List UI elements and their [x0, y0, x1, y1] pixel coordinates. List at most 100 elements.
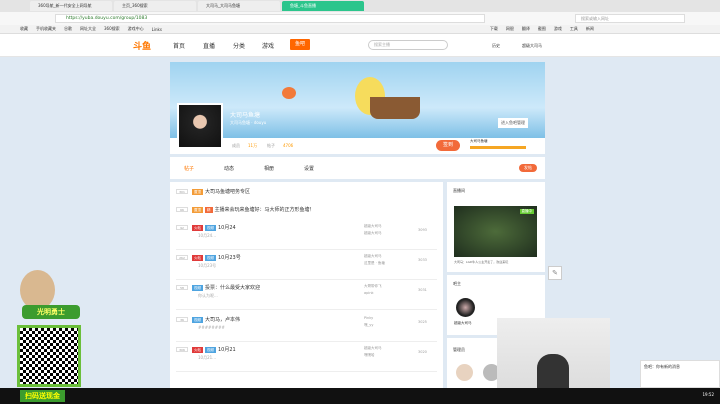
bookmark[interactable]: 游戏 [554, 26, 562, 32]
bookmark[interactable]: 收藏 [20, 26, 28, 32]
post-title[interactable]: 10月23号 [218, 255, 241, 261]
bookmark[interactable]: 翻译 [522, 26, 530, 32]
tab-settings[interactable]: 设置 [304, 165, 314, 172]
level-label: 大司马鱼塘 [470, 139, 488, 143]
post-views: 3020 [418, 350, 427, 354]
post-title[interactable]: 10月21 [218, 347, 236, 353]
ad-character [20, 270, 55, 310]
live-thumbnail[interactable]: 直播中 [454, 206, 537, 257]
post-last-reply[interactable]: apink [364, 290, 382, 297]
nav-games[interactable]: 游戏 [262, 41, 274, 50]
post-reply-count: 262 [176, 255, 188, 260]
post-author[interactable]: Pinky [364, 315, 373, 322]
bookmark[interactable]: Links [152, 27, 162, 32]
page-tabs: 帖子 动态 相册 设置 发帖 [170, 157, 545, 179]
bookmark[interactable]: 工具 [570, 26, 578, 32]
post-title[interactable]: 投票：什么最受大家欢迎 [205, 285, 260, 291]
yuba-button[interactable]: 鱼吧 [290, 39, 310, 50]
bookmark[interactable]: 截图 [538, 26, 546, 32]
post-excerpt: 10月23号 [198, 263, 217, 268]
bookmark[interactable]: 谷歌 [64, 26, 72, 32]
bookmark[interactable]: 手机收藏夹 [36, 26, 56, 32]
owner-title: 吧主 [453, 281, 461, 286]
browser-tab[interactable]: 主页_360搜索 [114, 1, 196, 11]
tab-posts[interactable]: 帖子 [184, 165, 194, 172]
bookmark[interactable]: 下载 [490, 26, 498, 32]
divider [176, 249, 437, 250]
divider [176, 371, 437, 372]
post-title[interactable]: 10月24 [218, 225, 236, 231]
bookmark[interactable]: 游戏中心 [128, 26, 144, 32]
bookmark[interactable]: 网址大全 [80, 26, 96, 32]
post-title[interactable]: 主播来会玩来鱼塘好：马大师的正方形鱼塘！ [215, 207, 315, 213]
post-reply-count: 36 [176, 317, 188, 322]
posts-label: 帖子 [267, 143, 275, 148]
post-reply-count: 92 [176, 225, 188, 230]
live-caption[interactable]: 大司马：LGD牛人公主开麦了，欢迎来玩 [454, 260, 508, 264]
bookmark[interactable]: 360搜索 [104, 26, 120, 32]
post-excerpt: ######## [198, 325, 225, 330]
signin-button[interactable]: 签到 [436, 140, 460, 151]
group-name: 大司马鱼塘 [230, 112, 261, 119]
post-row[interactable]: 36 视频 大司马，卢本伟 ######## [176, 316, 240, 330]
banner-boat [370, 97, 420, 119]
post-last-reply[interactable]: 嘿嘿哈 [364, 352, 382, 359]
post-list: 301 置顶 大司马鱼塘吧务专区 66 置顶精主播来会玩来鱼塘好：马大师的正方形鱼塘！ 9… [170, 182, 443, 388]
manage-button[interactable]: 进入鱼吧管理 [498, 118, 528, 128]
post-row[interactable]: 301 置顶 大司马鱼塘吧务专区 [176, 188, 250, 195]
post-last-reply[interactable]: 超级大司马 [364, 230, 382, 237]
site-search-input[interactable]: 搜索主播 [368, 40, 448, 50]
post-author[interactable]: 大哥带你飞 [364, 283, 382, 290]
post-row[interactable]: 92 火帖 视频 10月24 10月24... [176, 224, 236, 239]
owner-name[interactable]: 超级大司马 [454, 321, 472, 326]
post-row[interactable]: 262 火帖 视频 10月23号 10月23号 [176, 254, 241, 269]
group-info-bar: 成员 11万 帖子 4706 签到 大司马鱼塘 [170, 138, 545, 154]
admin-avatar[interactable] [456, 364, 473, 381]
post-meta: 超级大司马 嘿嘿哈 [364, 345, 382, 359]
post-row[interactable]: 58 视频 投票：什么最受大家欢迎 你认为呢... [176, 284, 260, 299]
address-bar-row: https://yuba.douyu.com/group/1083 搜索或输入网… [0, 12, 720, 25]
bookmark[interactable]: 新闻 [586, 26, 594, 32]
post-title[interactable]: 大司马鱼塘吧务专区 [205, 189, 250, 195]
douyu-logo[interactable]: 斗鱼 [133, 39, 165, 52]
bookmark[interactable]: 网银 [506, 26, 514, 32]
tab-activity[interactable]: 动态 [224, 165, 234, 172]
level-progress [470, 146, 526, 149]
user-link[interactable]: 超级大司马 [522, 43, 542, 49]
post-excerpt: 10月24... [198, 233, 216, 238]
post-last-reply[interactable]: 嘿_yy [364, 322, 373, 329]
post-author[interactable]: 超级大司马 [364, 223, 382, 230]
post-author[interactable]: 超级大司马 [364, 253, 385, 260]
post-title[interactable]: 大司马，卢本伟 [205, 317, 240, 323]
new-post-button[interactable]: 发帖 [519, 164, 537, 172]
browser-search-input[interactable]: 搜索或输入网址 [575, 14, 685, 23]
admins-title: 管理员 [453, 347, 465, 352]
tab-album[interactable]: 相册 [264, 165, 274, 172]
post-meta: 超级大司马 这里是 · 鱼塘 [364, 253, 385, 267]
post-views: 3033 [418, 258, 427, 262]
url-input[interactable]: https://yuba.douyu.com/group/1083 [55, 14, 485, 23]
notification-popup[interactable]: 鱼吧：你有新的消息 [640, 360, 720, 388]
nav-category[interactable]: 分类 [233, 41, 245, 50]
browser-tab-active[interactable]: 鱼塘_斗鱼直播 [282, 1, 364, 11]
post-row[interactable]: 66 置顶精主播来会玩来鱼塘好：马大师的正方形鱼塘！ [176, 206, 315, 213]
post-views: 3093 [418, 228, 427, 232]
history-link[interactable]: 历史 [492, 43, 500, 49]
qr-code [17, 325, 81, 387]
owner-avatar[interactable] [456, 298, 475, 317]
post-excerpt: 你认为呢... [198, 293, 218, 298]
post-row[interactable]: 306 火帖 视频 10月21 10月21... [176, 346, 236, 361]
promo-banner: 扫码送现金 [20, 390, 65, 402]
post-meta: 大哥带你飞 apink [364, 283, 382, 297]
post-last-reply[interactable]: 这里是 · 鱼塘 [364, 260, 385, 267]
browser-tab[interactable]: 360导航_新一代安全上网导航 [30, 1, 112, 11]
divider [176, 341, 437, 342]
post-excerpt: 10月21... [198, 355, 216, 360]
post-author[interactable]: 超级大司马 [364, 345, 382, 352]
browser-tab-bar: 360导航_新一代安全上网导航 主页_360搜索 大司马_大司马鱼塘 鱼塘_斗鱼… [0, 0, 720, 12]
browser-tab[interactable]: 大司马_大司马鱼塘 [198, 1, 280, 11]
post-reply-count: 66 [176, 207, 188, 212]
nav-home[interactable]: 首页 [173, 41, 185, 50]
nav-live[interactable]: 直播 [203, 41, 215, 50]
edit-icon[interactable]: ✎ [548, 266, 562, 280]
